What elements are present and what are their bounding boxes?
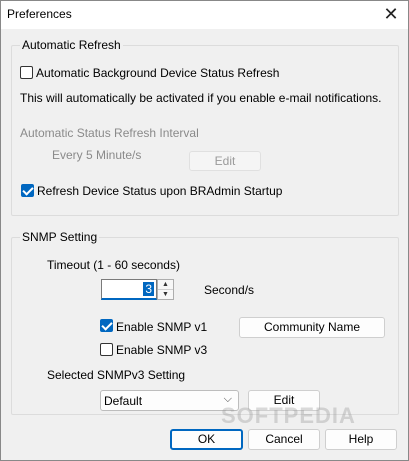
cancel-button[interactable]: Cancel [248,429,320,450]
snmpv3-setting-select[interactable]: Default ⌵ [100,390,239,411]
refresh-interval-label: Automatic Status Refresh Interval [20,126,199,140]
help-button[interactable]: Help [325,429,397,450]
preferences-dialog: Preferences ✕ Automatic Refresh Automati… [0,0,409,461]
timeout-unit-label: Second/s [204,283,255,297]
enable-snmp-v1-label[interactable]: Enable SNMP v1 [116,320,207,334]
ok-button[interactable]: OK [170,429,243,450]
timeout-input[interactable]: 3 [101,279,157,300]
enable-snmp-v3-checkbox[interactable] [100,343,113,356]
enable-snmp-v1-checkbox[interactable] [100,319,113,332]
background-refresh-checkbox[interactable] [20,66,33,79]
timeout-spinner[interactable]: ▲ ▼ [157,279,174,300]
close-icon[interactable]: ✕ [378,3,404,27]
snmpv3-setting-label: Selected SNMPv3 Setting [47,368,186,382]
softpedia-watermark: SOFTPEDIA [221,403,356,428]
email-info-text: This will automatically be activated if … [20,91,382,105]
spin-down-icon[interactable]: ▼ [158,290,173,300]
timeout-value: 3 [143,282,154,296]
timeout-label: Timeout (1 - 60 seconds) [47,258,180,272]
spin-up-icon[interactable]: ▲ [158,280,173,290]
background-refresh-label[interactable]: Automatic Background Device Status Refre… [36,66,279,80]
interval-edit-button[interactable]: Edit [189,151,261,171]
community-name-button[interactable]: Community Name [239,317,385,338]
automatic-refresh-group-title: Automatic Refresh [20,38,123,52]
startup-refresh-label[interactable]: Refresh Device Status upon BRAdmin Start… [37,184,282,198]
refresh-interval-value: Every 5 Minute/s [52,148,142,162]
window-title: Preferences [7,7,72,21]
title-bar: Preferences ✕ [1,1,408,29]
snmpv3-selected-value: Default [104,394,143,408]
startup-refresh-checkbox[interactable] [21,184,34,197]
enable-snmp-v3-label[interactable]: Enable SNMP v3 [116,343,207,357]
snmp-setting-group-title: SNMP Setting [20,230,100,244]
